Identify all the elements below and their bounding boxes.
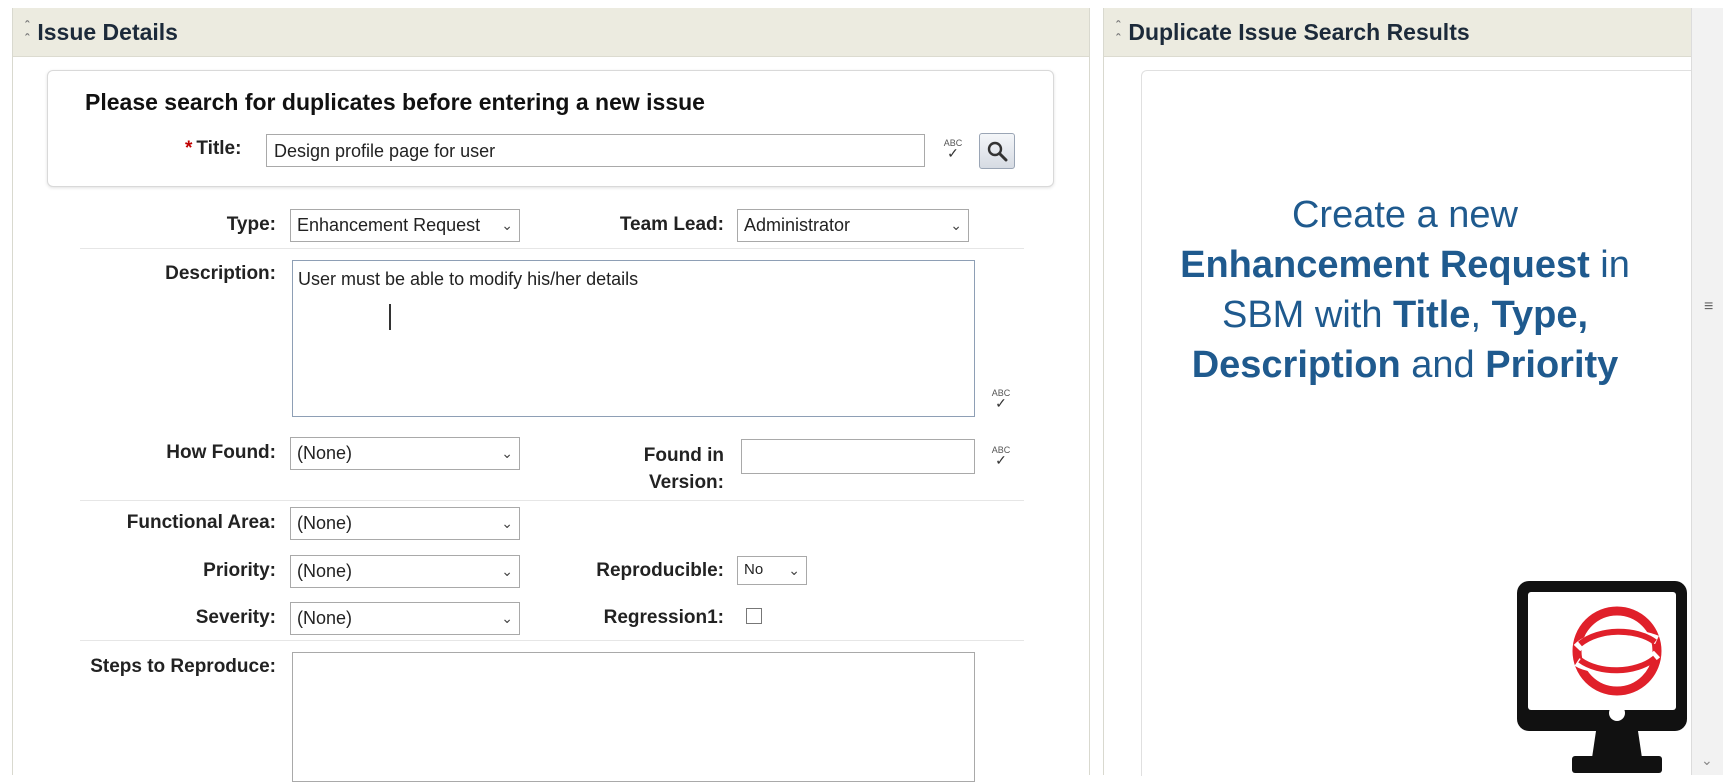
chevron-down-icon: ⌄ xyxy=(501,445,513,461)
team-lead-label: Team Lead: xyxy=(619,214,724,235)
functional-area-select-value: (None) xyxy=(297,513,353,533)
row-divider xyxy=(80,640,1024,641)
collapse-chevron-icon[interactable]: ˆˆ xyxy=(1116,19,1120,45)
message-line2-bold: Enhancement Request xyxy=(1180,244,1590,286)
scroll-grip-icon[interactable]: ≡ xyxy=(1704,298,1713,316)
severity-select-value: (None) xyxy=(297,608,353,628)
message-line4-bold2: Priority xyxy=(1485,344,1619,386)
duplicate-results-title: Duplicate Issue Search Results xyxy=(1128,18,1470,45)
duplicate-search-box: Please search for duplicates before ente… xyxy=(47,70,1054,187)
chevron-down-icon: ⌄ xyxy=(501,515,513,531)
collapse-chevron-icon[interactable]: ˆˆ xyxy=(25,19,29,45)
required-marker: * xyxy=(185,138,193,159)
vertical-scrollbar[interactable]: ≡ ⌄ xyxy=(1691,8,1723,775)
title-label-text: Title: xyxy=(196,138,242,159)
message-line4: Description and Priority xyxy=(1110,340,1700,390)
message-line3-bold2: Type, xyxy=(1491,294,1589,336)
severity-label: Severity: xyxy=(195,607,276,628)
text-cursor xyxy=(389,304,391,330)
message-line3-bold1: Title xyxy=(1393,294,1471,336)
row-divider xyxy=(80,248,1024,249)
message-line3: SBM with Title, Type, xyxy=(1110,290,1700,340)
functional-area-select[interactable]: (None) ⌄ xyxy=(290,507,520,540)
steps-label: Steps to Reproduce: xyxy=(90,656,276,677)
instruction-message: Create a new Enhancement Request in SBM … xyxy=(1110,190,1700,390)
priority-select-value: (None) xyxy=(297,561,353,581)
type-select-value: Enhancement Request xyxy=(297,215,481,235)
type-label: Type: xyxy=(226,214,276,235)
priority-label: Priority: xyxy=(203,560,276,581)
how-found-select[interactable]: (None) ⌄ xyxy=(290,437,520,470)
priority-select[interactable]: (None) ⌄ xyxy=(290,555,520,588)
found-in-version-label: Found in Version: xyxy=(600,442,724,496)
team-lead-select-value: Administrator xyxy=(744,215,851,235)
message-line2-tail: in xyxy=(1589,244,1630,286)
chevron-down-icon: ⌄ xyxy=(501,610,513,626)
reproducible-label: Reproducible: xyxy=(596,560,724,581)
severity-select[interactable]: (None) ⌄ xyxy=(290,602,520,635)
team-lead-select[interactable]: Administrator ⌄ xyxy=(737,209,969,242)
chevron-down-icon: ⌄ xyxy=(950,217,962,233)
type-select[interactable]: Enhancement Request ⌄ xyxy=(290,209,520,242)
how-found-select-value: (None) xyxy=(297,443,353,463)
version-spellcheck-icon[interactable]: ABC ✓ xyxy=(990,446,1012,468)
duplicate-search-prompt: Please search for duplicates before ente… xyxy=(85,89,705,115)
title-spellcheck-icon[interactable]: ABC ✓ xyxy=(942,139,964,161)
title-label: * Title: xyxy=(185,138,241,160)
issue-details-header[interactable]: ˆˆ Issue Details xyxy=(13,8,1089,57)
found-in-version-label-line2: Version: xyxy=(649,472,724,493)
message-line4-bold1: Description xyxy=(1191,344,1401,386)
chevron-down-icon: ⌄ xyxy=(501,563,513,579)
regression-label: Regression1: xyxy=(603,607,724,628)
steps-textarea[interactable] xyxy=(292,652,975,782)
how-found-label: How Found: xyxy=(166,442,276,463)
reproducible-select[interactable]: No ⌄ xyxy=(737,556,807,585)
message-line4-mid: and xyxy=(1400,344,1486,386)
row-divider xyxy=(80,500,1024,501)
message-line1: Create a new xyxy=(1291,194,1518,236)
chevron-down-icon: ⌄ xyxy=(788,562,800,578)
description-label: Description: xyxy=(165,263,276,284)
scroll-down-icon[interactable]: ⌄ xyxy=(1701,752,1713,769)
chevron-down-icon: ⌄ xyxy=(501,217,513,233)
issue-details-title: Issue Details xyxy=(37,18,178,45)
reproducible-select-value: No xyxy=(744,561,764,578)
regression-checkbox[interactable] xyxy=(746,608,762,624)
description-text: User must be able to modify his/her deta… xyxy=(298,269,639,289)
found-in-version-input[interactable] xyxy=(741,439,975,474)
description-spellcheck-icon[interactable]: ABC ✓ xyxy=(990,389,1012,411)
search-duplicates-button[interactable] xyxy=(979,133,1015,169)
duplicate-results-header[interactable]: ˆˆ Duplicate Issue Search Results xyxy=(1104,8,1692,57)
title-input[interactable]: Design profile page for user xyxy=(266,134,925,167)
functional-area-label: Functional Area: xyxy=(126,512,276,533)
message-line3-sep: , xyxy=(1470,294,1492,336)
message-line2: Enhancement Request in xyxy=(1110,240,1700,290)
found-in-version-label-line1: Found in xyxy=(643,445,724,466)
magnifier-icon xyxy=(987,141,1008,162)
monitor-logo-icon xyxy=(1517,581,1687,773)
description-textarea[interactable]: User must be able to modify his/her deta… xyxy=(292,260,975,417)
message-line3-head: SBM with xyxy=(1221,294,1394,336)
